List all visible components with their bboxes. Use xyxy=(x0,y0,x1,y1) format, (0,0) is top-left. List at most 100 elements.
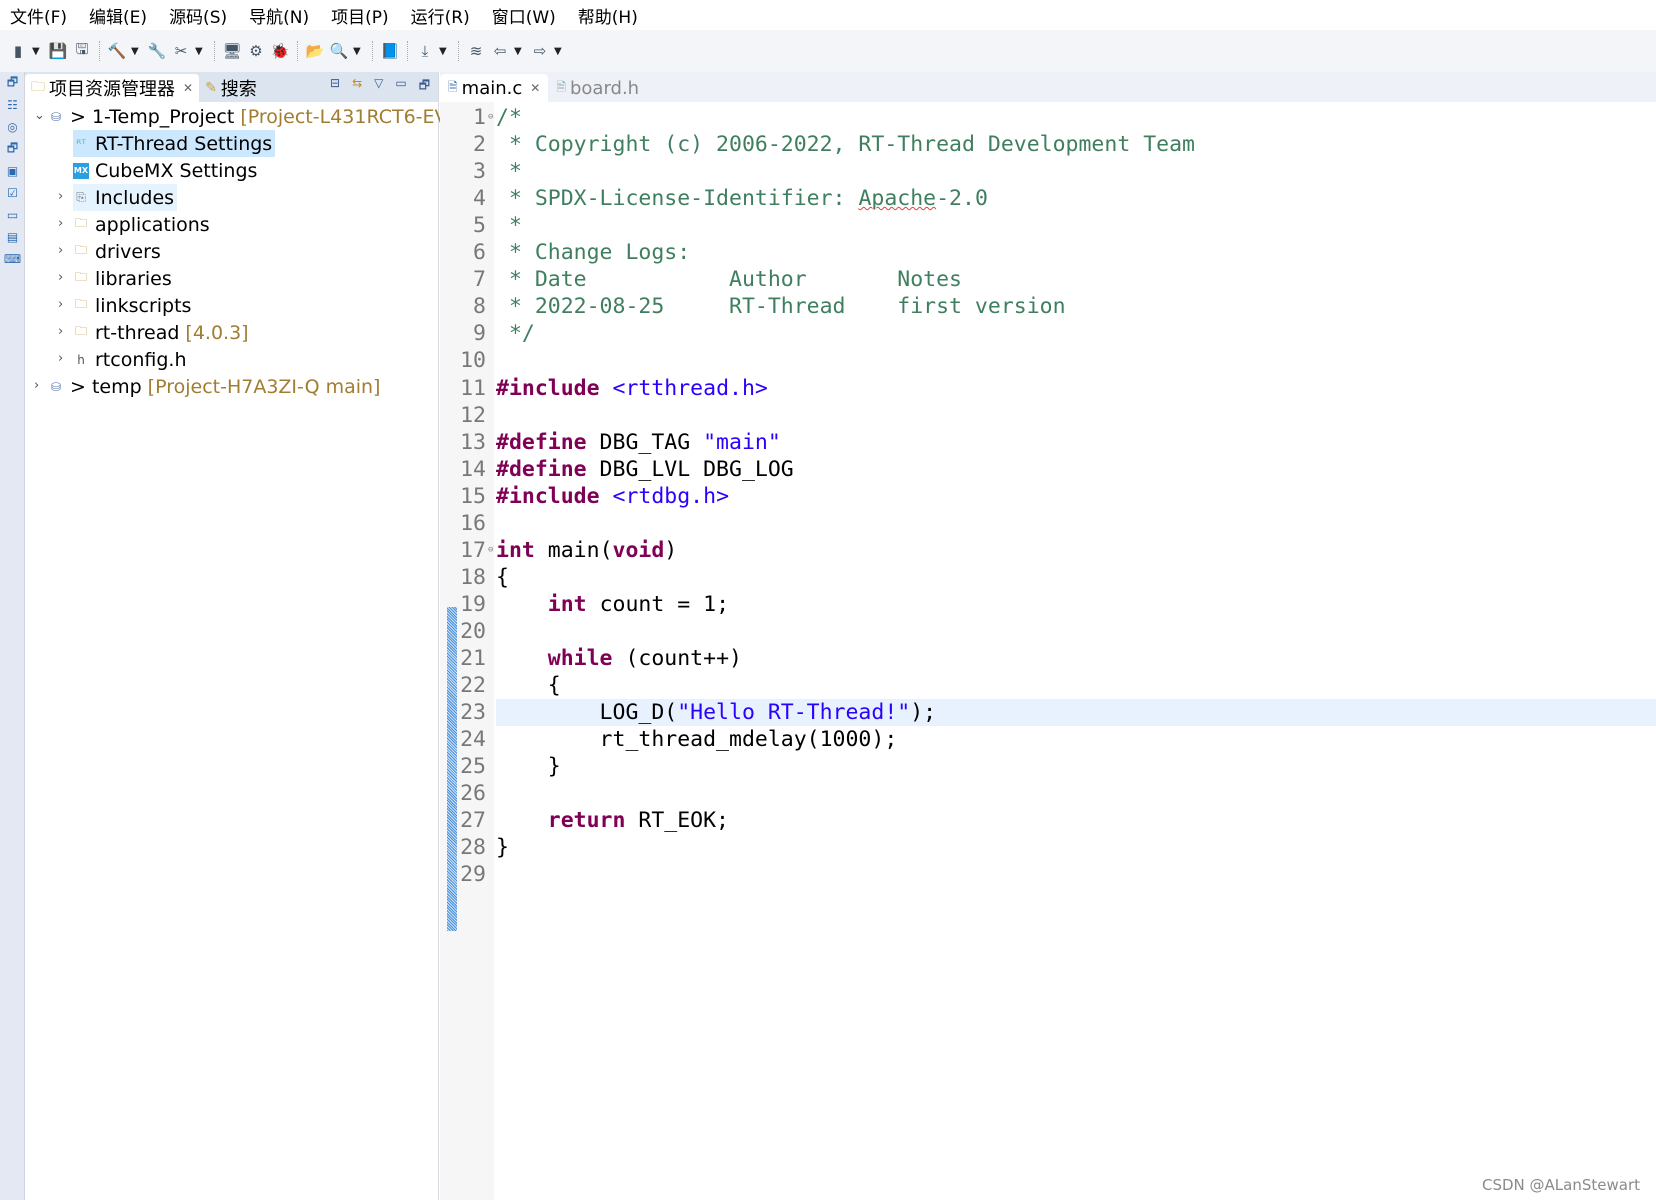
menu-item[interactable]: 窗口(W) xyxy=(492,3,556,28)
code-token: ); xyxy=(910,700,937,726)
folder-icon: 🗀 xyxy=(74,324,87,338)
fold-icon[interactable]: ⊖ xyxy=(488,537,493,564)
tree-item[interactable]: 🗀 rt-thread [4.0.3] xyxy=(73,319,252,346)
code-text: * SPDX-License-Identifier: Apache-2.0 xyxy=(496,185,1656,212)
outline-icon[interactable]: ☷ xyxy=(0,94,25,116)
code-text: /* xyxy=(496,104,1656,131)
chevron-right-icon[interactable]: › xyxy=(58,189,63,204)
chevron-right-icon[interactable]: › xyxy=(58,243,63,258)
fold-icon[interactable]: ⊖ xyxy=(488,104,493,131)
code-text: int count = 1; xyxy=(496,591,1656,618)
code-token: return xyxy=(547,808,626,834)
code-token: */ xyxy=(496,321,535,347)
line-number: 6 xyxy=(473,240,486,266)
minimize-icon[interactable]: ▭ xyxy=(395,76,406,97)
explorer-tabs: 🗀 项目资源管理器 ✕ ✎ 搜索 ⊟ ⇆ ▽ ▭ 🗗 xyxy=(25,72,438,102)
toolbar: ▮ ▼ 💾 🖫 🔨 ▼ 🔧 ✂ ▼ 🖥 ⚙ 🐞 📂 🔍 ▼ 📘 ⤓ ▼ ≋ ⇦ ▼ ⇨ ▼ xyxy=(0,30,1656,72)
book-icon[interactable]: 📘 xyxy=(380,41,400,61)
search-icon[interactable]: 🔍 xyxy=(329,41,349,61)
tab-search[interactable]: ✎ 搜索 xyxy=(199,74,263,102)
build-icon[interactable]: 🔨 xyxy=(107,41,127,61)
tree-item[interactable]: ⛁ > 1-Temp_Project [Project-L431RCT6-EVB xyxy=(48,103,464,130)
tree-item[interactable]: MX CubeMX Settings xyxy=(73,157,260,184)
tree-item-label: RT-Thread Settings xyxy=(95,132,273,155)
restore-icon[interactable]: 🗗 xyxy=(0,138,25,160)
menu-item[interactable]: 导航(N) xyxy=(249,3,309,28)
tree-item[interactable]: 🗀 linkscripts xyxy=(73,292,194,319)
tools-icon[interactable]: ✂ xyxy=(171,41,191,61)
close-icon[interactable]: ✕ xyxy=(530,81,540,95)
terminal-icon[interactable]: ⌨ xyxy=(0,248,25,270)
tree-item[interactable]: ⎘ Includes xyxy=(73,184,178,211)
new-icon[interactable]: ▮ xyxy=(8,41,28,61)
code-line: 16 xyxy=(440,510,1656,537)
save-icon[interactable]: 💾 xyxy=(48,41,68,61)
problems-icon[interactable]: ▣ xyxy=(0,160,25,182)
chevron-right-icon[interactable]: › xyxy=(58,324,63,339)
restore-icon[interactable]: 🗗 xyxy=(0,72,25,94)
dropdown-arrow-icon[interactable]: ▼ xyxy=(195,46,207,57)
menu-item[interactable]: 源码(S) xyxy=(169,3,227,28)
dropdown-arrow-icon[interactable]: ▼ xyxy=(554,46,566,57)
tab-main-c[interactable]: 🗎 main.c ✕ xyxy=(440,74,549,102)
close-icon[interactable]: ✕ xyxy=(183,81,193,95)
menu-item[interactable]: 文件(F) xyxy=(10,3,67,28)
code-token: #define xyxy=(496,456,587,482)
tree-item[interactable]: h rtconfig.h xyxy=(73,346,189,373)
dropdown-arrow-icon[interactable]: ▼ xyxy=(131,46,143,57)
console-icon[interactable]: ▭ xyxy=(0,204,25,226)
dropdown-arrow-icon[interactable]: ▼ xyxy=(514,46,526,57)
collapse-all-icon[interactable]: ⊟ xyxy=(330,76,340,97)
tree-item[interactable]: ⛁ > temp [Project-H7A3ZI-Q main] xyxy=(48,373,383,400)
menu-item[interactable]: 项目(P) xyxy=(331,3,389,28)
target-icon[interactable]: ◎ xyxy=(0,116,25,138)
menu-item[interactable]: 编辑(E) xyxy=(89,3,147,28)
chevron-right-icon[interactable]: › xyxy=(58,270,63,285)
maximize-icon[interactable]: 🗗 xyxy=(419,76,430,97)
chevron-down-icon[interactable]: ⌄ xyxy=(34,108,45,123)
wrench-icon[interactable]: 🔧 xyxy=(147,41,167,61)
code-token: { xyxy=(496,564,509,590)
code-line: 29 xyxy=(440,861,1656,888)
minimized-views-strip: 🗗 ☷ ◎ 🗗 ▣ ☑ ▭ ▤ ⌨ xyxy=(0,72,25,1200)
properties-icon[interactable]: ▤ xyxy=(0,226,25,248)
code-text: * 2022-08-25 RT-Thread first version xyxy=(496,293,1656,320)
layers-icon[interactable]: ≋ xyxy=(466,41,486,61)
debug-bug-icon[interactable]: 🐞 xyxy=(270,41,290,61)
save-all-icon[interactable]: 🖫 xyxy=(72,40,92,61)
code-text: return RT_EOK; xyxy=(496,807,1656,834)
tree-item[interactable]: ᴿᵀ RT-Thread Settings xyxy=(73,130,276,157)
code-line: 17 ⊖ int main(void) xyxy=(440,537,1656,564)
tree-item[interactable]: 🗀 drivers xyxy=(73,238,164,265)
code-text: * Change Logs: xyxy=(496,239,1656,266)
tree-item[interactable]: 🗀 applications xyxy=(73,211,213,238)
tab-board-h[interactable]: 🗎 board.h xyxy=(548,74,647,102)
tab-project-explorer[interactable]: 🗀 项目资源管理器 ✕ xyxy=(25,74,200,102)
download-icon[interactable]: ⤓ xyxy=(415,41,435,61)
monitor-icon[interactable]: 🖥 xyxy=(222,41,242,61)
tree-item-label: rt-thread xyxy=(95,321,180,344)
code-editor[interactable]: 🗎 main.c ✕ 🗎 board.h 1 ⊖/* 2 * Copyright (… xyxy=(440,72,1656,1200)
view-menu-icon[interactable]: ▽ xyxy=(374,76,383,97)
menu-item[interactable]: 帮助(H) xyxy=(578,3,638,28)
tree-item[interactable]: 🗀 libraries xyxy=(73,265,175,292)
dropdown-arrow-icon[interactable]: ▼ xyxy=(32,46,44,57)
open-project-icon[interactable]: 📂 xyxy=(305,41,325,61)
back-arrow-icon[interactable]: ⇦ xyxy=(490,41,510,61)
chevron-right-icon[interactable]: › xyxy=(34,378,39,393)
tasks-icon[interactable]: ☑ xyxy=(0,182,25,204)
forward-arrow-icon[interactable]: ⇨ xyxy=(530,41,550,61)
code-text: rt_thread_mdelay(1000); xyxy=(496,726,1656,753)
project-icon: ⛁ xyxy=(50,379,62,394)
link-with-editor-icon[interactable]: ⇆ xyxy=(352,76,362,97)
chevron-right-icon[interactable]: › xyxy=(58,351,63,366)
code-line: 11 #include <rtthread.h> xyxy=(440,375,1656,402)
menu-item[interactable]: 运行(R) xyxy=(411,3,470,28)
chevron-right-icon[interactable]: › xyxy=(58,216,63,231)
gear-icon[interactable]: ⚙ xyxy=(246,41,266,61)
dropdown-arrow-icon[interactable]: ▼ xyxy=(439,46,451,57)
dropdown-arrow-icon[interactable]: ▼ xyxy=(353,46,365,57)
chevron-right-icon[interactable]: › xyxy=(58,297,63,312)
